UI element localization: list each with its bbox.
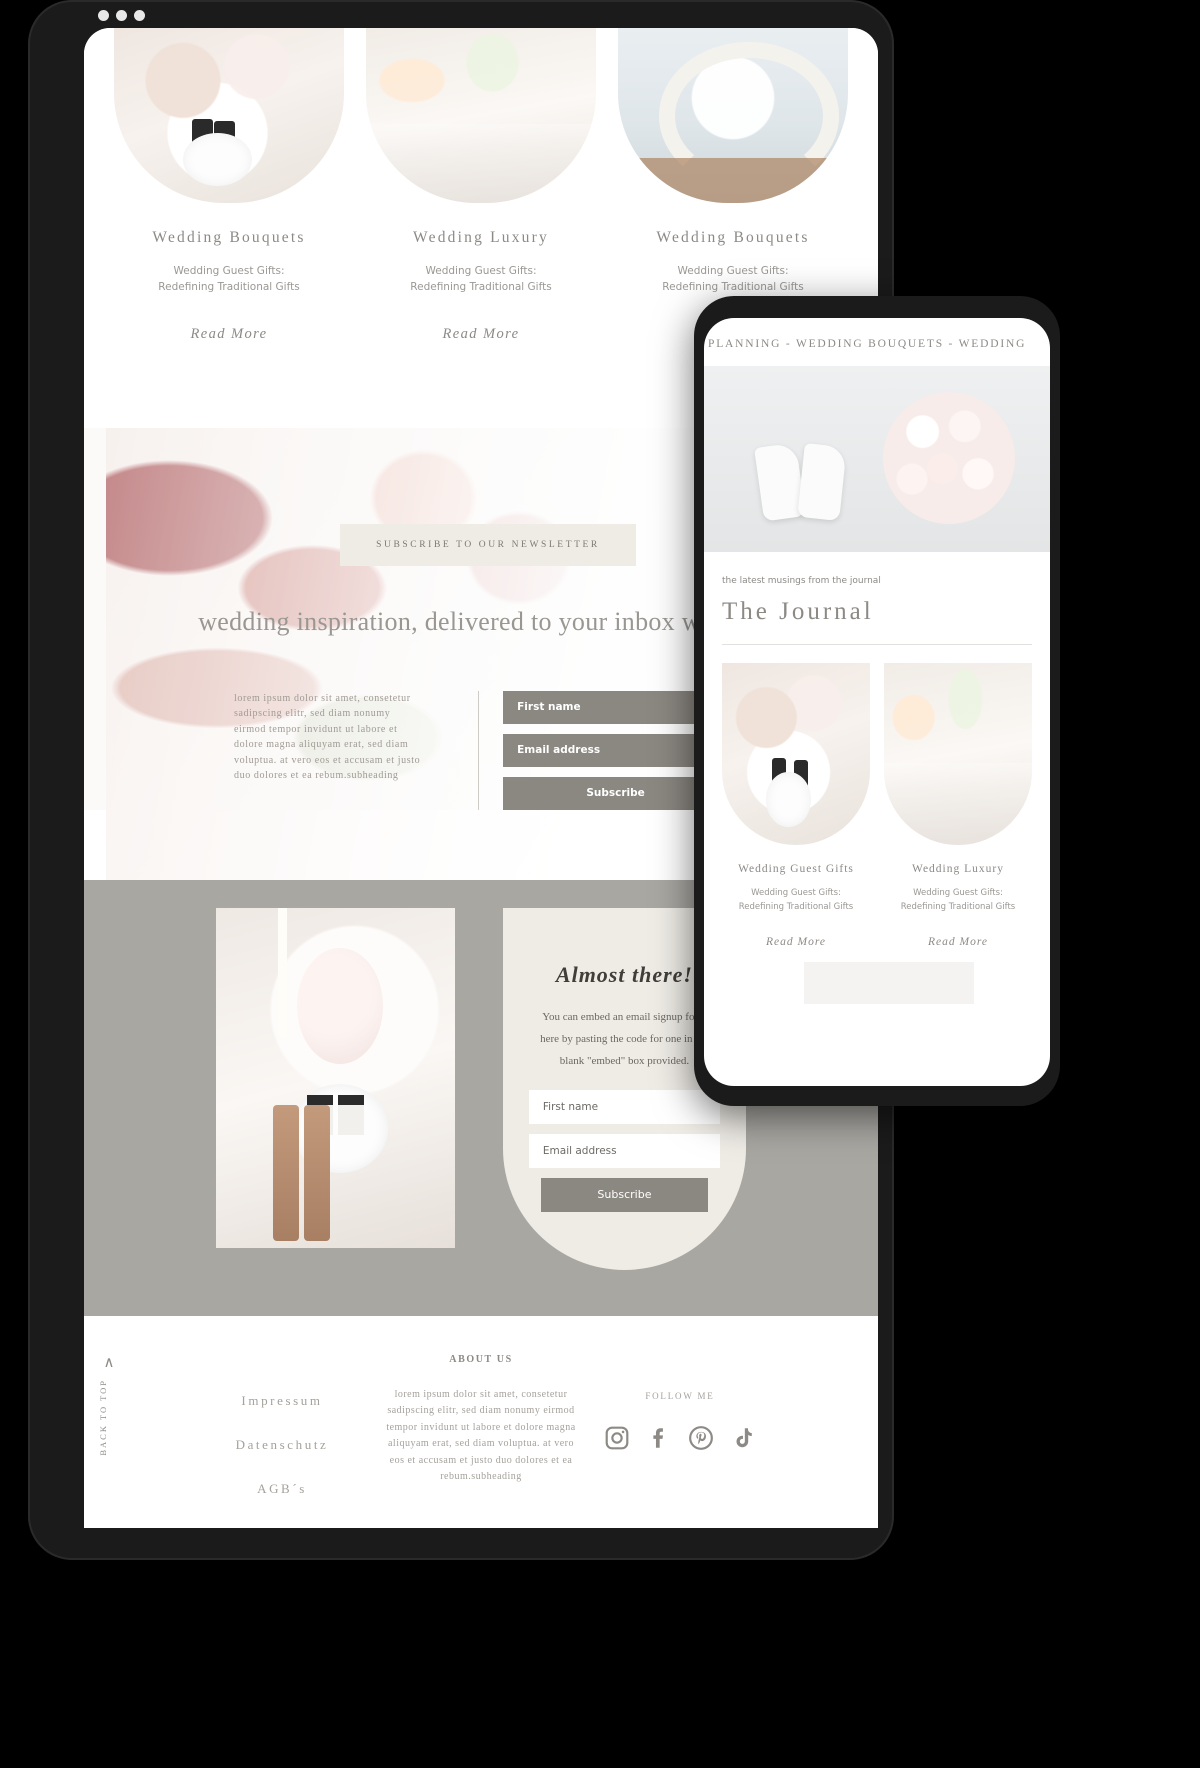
footer-follow-block: FOLLOW ME bbox=[582, 1387, 778, 1451]
phone-blog-card[interactable]: Wedding Luxury Wedding Guest Gifts: Rede… bbox=[884, 663, 1032, 948]
vertical-divider bbox=[478, 690, 480, 810]
newsletter-body-text: lorem ipsum dolor sit amet, consetetur s… bbox=[234, 692, 421, 782]
blog-card-subtitle: Wedding Guest Gifts: Redefining Traditio… bbox=[366, 263, 596, 296]
phone-blog-card-image[interactable] bbox=[884, 663, 1032, 845]
social-links bbox=[582, 1425, 778, 1451]
footer-link-datenschutz[interactable]: Datenschutz bbox=[184, 1437, 380, 1453]
phone-blog-card-subtitle: Wedding Guest Gifts: Redefining Traditio… bbox=[722, 887, 870, 914]
read-more-link[interactable]: Read More bbox=[114, 326, 344, 343]
blog-card-subtitle: Wedding Guest Gifts: Redefining Traditio… bbox=[618, 263, 848, 296]
follow-me-label: FOLLOW ME bbox=[645, 1390, 715, 1401]
phone-device-frame: PLANNING - WEDDING BOUQUETS - WEDDING th… bbox=[694, 296, 1060, 1106]
blog-card-subtitle: Wedding Guest Gifts: Redefining Traditio… bbox=[114, 263, 344, 296]
phone-card-sub-line1: Wedding Guest Gifts: bbox=[913, 888, 1003, 898]
blog-card-sub-line2: Redefining Traditional Gifts bbox=[662, 281, 804, 294]
phone-card-sub-line2: Redefining Traditional Gifts bbox=[738, 901, 854, 912]
freebie-copy-line2: here by pasting the code for one in the bbox=[540, 1032, 709, 1045]
blog-card-sub-line1: Wedding Guest Gifts: bbox=[425, 265, 537, 277]
freebie-guide-image bbox=[216, 907, 455, 1248]
blog-card-image[interactable] bbox=[618, 28, 848, 203]
journal-kicker: the latest musings from the journal bbox=[722, 576, 881, 586]
blog-card-title: Wedding Bouquets bbox=[656, 229, 810, 246]
freebie-copy-line3: blank "embed" box provided. bbox=[559, 1054, 690, 1067]
footer-link-impressum[interactable]: Impressum bbox=[184, 1393, 380, 1409]
window-dot-3 bbox=[134, 10, 145, 21]
blog-card[interactable]: Wedding Bouquets Wedding Guest Gifts: Re… bbox=[114, 28, 344, 343]
freebie-first-name-input[interactable]: First name bbox=[528, 1089, 720, 1124]
window-dot-1 bbox=[98, 10, 109, 21]
blog-card[interactable]: Wedding Luxury Wedding Guest Gifts: Rede… bbox=[366, 28, 596, 343]
footer-link-agb[interactable]: AGB´s bbox=[184, 1481, 380, 1497]
freebie-heading: Almost there! bbox=[555, 961, 693, 987]
phone-card-sub-line2: Redefining Traditional Gifts bbox=[900, 901, 1016, 912]
blog-card-title: Wedding Luxury bbox=[413, 229, 549, 246]
phone-read-more-link[interactable]: Read More bbox=[722, 936, 870, 948]
phone-read-more-link[interactable]: Read More bbox=[884, 936, 1032, 948]
read-more-link[interactable]: Read More bbox=[366, 326, 596, 343]
pinterest-icon[interactable] bbox=[688, 1425, 714, 1451]
window-traffic-lights bbox=[98, 10, 145, 21]
freebie-copy: You can embed an email signup form here … bbox=[529, 1006, 720, 1072]
phone-bottom-block bbox=[804, 962, 974, 1005]
blog-card-image[interactable] bbox=[366, 28, 596, 203]
instagram-icon[interactable] bbox=[604, 1425, 630, 1451]
subscribe-newsletter-label: SUBSCRIBE TO OUR NEWSLETTER bbox=[376, 539, 600, 550]
freebie-copy-line1: You can embed an email signup form bbox=[542, 1010, 707, 1023]
subscribe-newsletter-pill[interactable]: SUBSCRIBE TO OUR NEWSLETTER bbox=[340, 523, 636, 566]
blog-card-sub-line1: Wedding Guest Gifts: bbox=[173, 265, 285, 277]
facebook-icon[interactable] bbox=[646, 1425, 672, 1451]
blog-card-sub-line1: Wedding Guest Gifts: bbox=[677, 265, 789, 277]
phone-blog-cards-row: Wedding Guest Gifts Wedding Guest Gifts:… bbox=[704, 645, 1050, 948]
phone-card-sub-line1: Wedding Guest Gifts: bbox=[751, 888, 841, 898]
journal-title: The Journal bbox=[722, 598, 1032, 645]
blog-card-image[interactable] bbox=[114, 28, 344, 203]
screenshot-stage: Wedding Bouquets Wedding Guest Gifts: Re… bbox=[0, 0, 1200, 1768]
phone-blog-card-title: Wedding Guest Gifts bbox=[738, 863, 854, 875]
site-footer: ∧ BACK TO TOP ABOUT US Impressum Datensc… bbox=[84, 1315, 878, 1528]
footer-links: Impressum Datenschutz AGB´s bbox=[184, 1387, 380, 1525]
chevron-up-icon: ∧ bbox=[103, 1354, 115, 1371]
phone-blog-card-subtitle: Wedding Guest Gifts: Redefining Traditio… bbox=[884, 887, 1032, 914]
tiktok-icon[interactable] bbox=[730, 1425, 756, 1451]
phone-blog-card[interactable]: Wedding Guest Gifts Wedding Guest Gifts:… bbox=[722, 663, 870, 948]
blog-card-title: Wedding Bouquets bbox=[152, 229, 306, 246]
phone-blog-card-title: Wedding Luxury bbox=[912, 863, 1004, 875]
freebie-form: First name Email address Subscribe bbox=[528, 1089, 720, 1212]
footer-about-text: lorem ipsum dolor sit amet, consetetur s… bbox=[386, 1388, 576, 1483]
phone-journal-header: the latest musings from the journal The … bbox=[704, 552, 1050, 645]
about-us-heading: ABOUT US bbox=[449, 1353, 513, 1365]
phone-screen: PLANNING - WEDDING BOUQUETS - WEDDING th… bbox=[704, 318, 1050, 1086]
phone-hero-image bbox=[704, 366, 1050, 552]
blog-card-sub-line2: Redefining Traditional Gifts bbox=[158, 281, 300, 294]
freebie-email-input[interactable]: Email address bbox=[528, 1133, 720, 1168]
freebie-subscribe-button[interactable]: Subscribe bbox=[540, 1177, 708, 1212]
back-to-top-label: BACK TO TOP bbox=[98, 1378, 108, 1456]
back-to-top-control[interactable]: ∧ BACK TO TOP bbox=[98, 1354, 120, 1456]
phone-nav-bar[interactable]: PLANNING - WEDDING BOUQUETS - WEDDING bbox=[704, 318, 1050, 366]
phone-blog-card-image[interactable] bbox=[722, 663, 870, 845]
blog-card-sub-line2: Redefining Traditional Gifts bbox=[410, 281, 552, 294]
window-dot-2 bbox=[116, 10, 127, 21]
